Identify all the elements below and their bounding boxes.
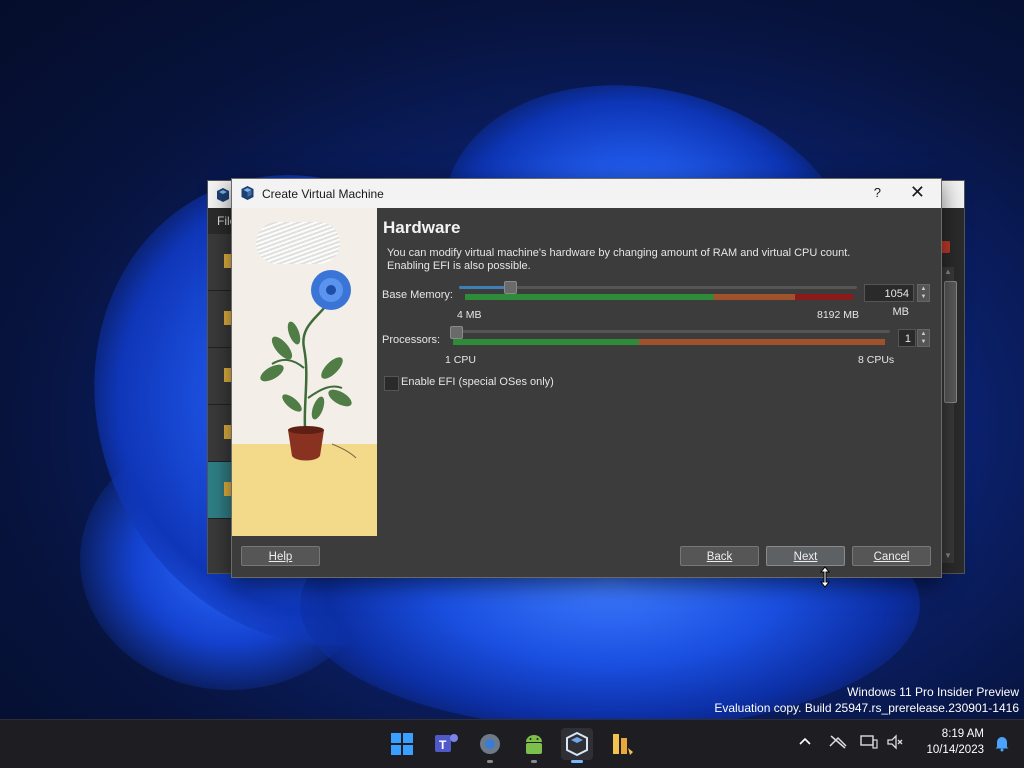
help-button[interactable]: Help xyxy=(241,546,320,566)
base-memory-label-text: Base Memory: xyxy=(382,289,453,301)
base-memory-spinbox[interactable]: 1054 MB xyxy=(864,284,914,318)
android-icon[interactable] xyxy=(518,728,550,763)
base-memory-range-indicator xyxy=(465,294,853,300)
scroll-down-arrow-icon[interactable]: ▼ xyxy=(942,551,954,563)
wizard-illustration xyxy=(232,208,377,536)
enable-efi-checkbox[interactable] xyxy=(384,376,399,391)
close-icon[interactable]: ✕ xyxy=(910,182,925,203)
base-memory-slider-thumb[interactable] xyxy=(503,281,517,294)
windows-start-icon[interactable] xyxy=(386,728,418,760)
processors-spinbox[interactable]: 1 xyxy=(898,329,916,347)
clock-time: 8:19 AM xyxy=(941,728,984,740)
description-line: You can modify virtual machine's hardwar… xyxy=(387,247,851,259)
page-description: You can modify virtual machine's hardwar… xyxy=(387,247,857,273)
files-app-icon[interactable] xyxy=(606,728,638,760)
processors-stepper[interactable]: ▲ ▼ xyxy=(917,329,930,347)
scroll-up-arrow-icon[interactable]: ▲ xyxy=(942,267,954,279)
insider-watermark-line: Windows 11 Pro Insider Preview xyxy=(847,685,1019,699)
vm-list-item[interactable] xyxy=(208,234,232,291)
processors-label-text: Processors: xyxy=(382,334,441,346)
svg-text:T: T xyxy=(439,738,447,752)
insider-watermark-line: Evaluation copy. Build 25947.rs_prerelea… xyxy=(714,701,1019,715)
vm-list-item[interactable] xyxy=(208,291,232,348)
plant-illustration-icon xyxy=(260,270,357,461)
base-memory-min: 4 MB xyxy=(457,309,482,321)
hardware-page: Hardware You can modify virtual machine'… xyxy=(377,208,941,536)
next-button[interactable]: Next xyxy=(766,546,845,566)
description-line: Enabling EFI is also possible. xyxy=(387,260,531,272)
cancel-button-label: Cancel xyxy=(873,551,910,563)
show-hidden-icons-chevron-icon[interactable] xyxy=(798,734,812,752)
processors-label: Processors: xyxy=(382,334,440,346)
back-button[interactable]: Back xyxy=(680,546,759,566)
teams-icon[interactable]: T xyxy=(430,728,462,760)
processors-slider-thumb[interactable] xyxy=(450,326,463,339)
processors-slider-track[interactable] xyxy=(450,330,890,333)
system-clock[interactable]: 8:19 AM 10/14/2023 xyxy=(926,726,984,758)
enable-efi-label[interactable]: Enable EFI (special OSes only) xyxy=(401,376,554,388)
dialog-title: Create Virtual Machine xyxy=(262,187,384,201)
settings-icon[interactable] xyxy=(474,728,506,763)
virtualbox-taskbar-icon[interactable] xyxy=(561,728,593,763)
base-memory-stepper[interactable]: ▲ ▼ xyxy=(917,284,930,302)
vm-list-item[interactable] xyxy=(208,405,232,462)
processors-min: 1 CPU xyxy=(445,354,476,366)
processors-value[interactable]: 1 xyxy=(905,333,911,345)
dialog-button-bar: Help Back Next Cancel xyxy=(232,536,941,577)
scroll-thumb[interactable] xyxy=(944,281,957,403)
manager-scrollbar[interactable]: ▲ ▼ xyxy=(942,267,957,563)
help-icon[interactable]: ? xyxy=(874,185,881,200)
base-memory-label: Base Memory: xyxy=(382,289,453,301)
help-button-label: Help xyxy=(268,551,293,563)
clock-date: 10/14/2023 xyxy=(926,744,984,756)
vm-list-item-selected[interactable] xyxy=(208,462,232,519)
display-icon[interactable] xyxy=(860,734,878,754)
processors-range-indicator xyxy=(453,339,885,345)
base-memory-slider-track[interactable] xyxy=(459,286,857,289)
vm-list[interactable] xyxy=(208,234,232,573)
stepper-up-icon[interactable]: ▲ xyxy=(918,285,929,293)
network-disconnected-icon[interactable] xyxy=(828,734,848,754)
create-vm-dialog[interactable]: Create Virtual Machine ? ✕ Hardware You … xyxy=(231,178,942,578)
notification-bell-icon[interactable] xyxy=(994,734,1010,755)
running-indicator xyxy=(487,760,493,763)
virtualbox-logo-icon xyxy=(241,186,254,200)
stepper-down-icon[interactable]: ▼ xyxy=(918,338,929,346)
virtualbox-logo-icon xyxy=(217,188,229,202)
base-memory-slider-fill xyxy=(459,286,510,289)
base-memory-value[interactable]: 1054 MB xyxy=(885,288,909,318)
page-title: Hardware xyxy=(383,218,461,237)
running-indicator xyxy=(531,760,537,763)
next-button-label: Next xyxy=(793,551,818,563)
processors-max: 8 CPUs xyxy=(858,354,895,366)
vm-list-item[interactable] xyxy=(208,348,232,405)
resize-cursor-icon xyxy=(820,566,830,588)
taskbar: T 8:19 AM 10/14/2023 xyxy=(0,719,1024,768)
volume-muted-icon[interactable] xyxy=(886,734,904,754)
stepper-up-icon[interactable]: ▲ xyxy=(918,330,929,338)
back-button-label: Back xyxy=(706,551,733,563)
cancel-button[interactable]: Cancel xyxy=(852,546,931,566)
running-indicator xyxy=(571,760,583,763)
stepper-down-icon[interactable]: ▼ xyxy=(918,293,929,301)
dialog-titlebar[interactable]: Create Virtual Machine ? ✕ xyxy=(232,179,941,208)
base-memory-max: 8192 MB xyxy=(817,309,860,321)
